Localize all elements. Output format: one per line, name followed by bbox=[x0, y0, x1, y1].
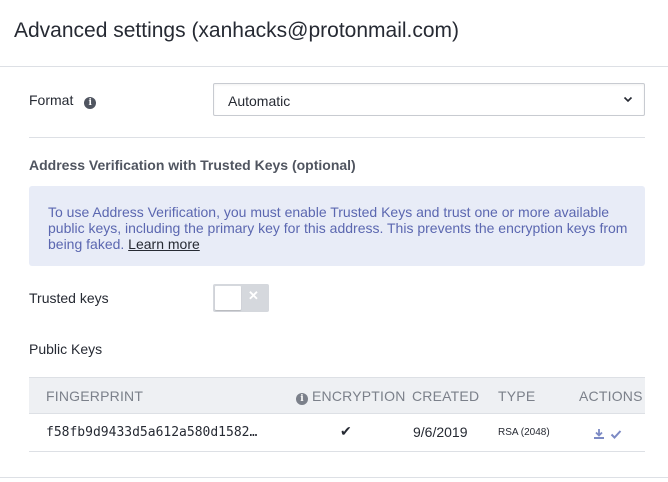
chevron-down-icon bbox=[623, 96, 633, 103]
table-row: f58fb9d9433d5a612a580d1582… ✔ 9/6/2019 R… bbox=[29, 414, 645, 452]
page-title: Advanced settings (xanhacks@protonmail.c… bbox=[14, 19, 460, 42]
toggle-knob bbox=[215, 286, 241, 310]
trusted-keys-toggle[interactable]: ✕ bbox=[213, 284, 269, 312]
trusted-keys-label: Trusted keys bbox=[29, 290, 109, 306]
download-icon[interactable] bbox=[593, 428, 605, 440]
column-header-created: CREATED bbox=[412, 388, 480, 404]
info-alert: To use Address Verification, you must en… bbox=[29, 186, 645, 266]
learn-more-link[interactable]: Learn more bbox=[128, 236, 200, 252]
info-icon[interactable]: i bbox=[296, 393, 308, 405]
fingerprint-cell: f58fb9d9433d5a612a580d1582… bbox=[46, 425, 258, 440]
modal-header: Advanced settings (xanhacks@protonmail.c… bbox=[0, 0, 668, 67]
type-cell: RSA (2048) bbox=[498, 427, 550, 438]
column-header-actions: ACTIONS bbox=[579, 388, 643, 404]
column-header-fingerprint: FINGERPRINT bbox=[46, 388, 144, 404]
format-select-value: Automatic bbox=[228, 93, 291, 109]
column-header-encryption: i ENCRYPTION bbox=[296, 388, 406, 405]
format-select[interactable]: Automatic bbox=[213, 83, 645, 116]
column-header-type: TYPE bbox=[498, 388, 536, 404]
format-label-group: Format i bbox=[29, 92, 97, 109]
trust-key-icon[interactable] bbox=[610, 429, 622, 440]
format-label: Format bbox=[29, 92, 74, 108]
encryption-header-label: ENCRYPTION bbox=[312, 388, 406, 404]
close-icon: ✕ bbox=[248, 288, 259, 303]
created-cell: 9/6/2019 bbox=[413, 424, 468, 440]
table-header: FINGERPRINT i ENCRYPTION CREATED TYPE ACT… bbox=[29, 377, 645, 414]
encryption-check-icon: ✔ bbox=[340, 423, 352, 439]
section-title: Address Verification with Trusted Keys (… bbox=[29, 157, 356, 173]
alert-text: To use Address Verification, you must en… bbox=[48, 204, 628, 252]
info-icon[interactable]: i bbox=[84, 97, 97, 109]
divider bbox=[29, 137, 645, 138]
public-keys-label: Public Keys bbox=[29, 341, 103, 357]
footer-divider bbox=[0, 477, 668, 478]
